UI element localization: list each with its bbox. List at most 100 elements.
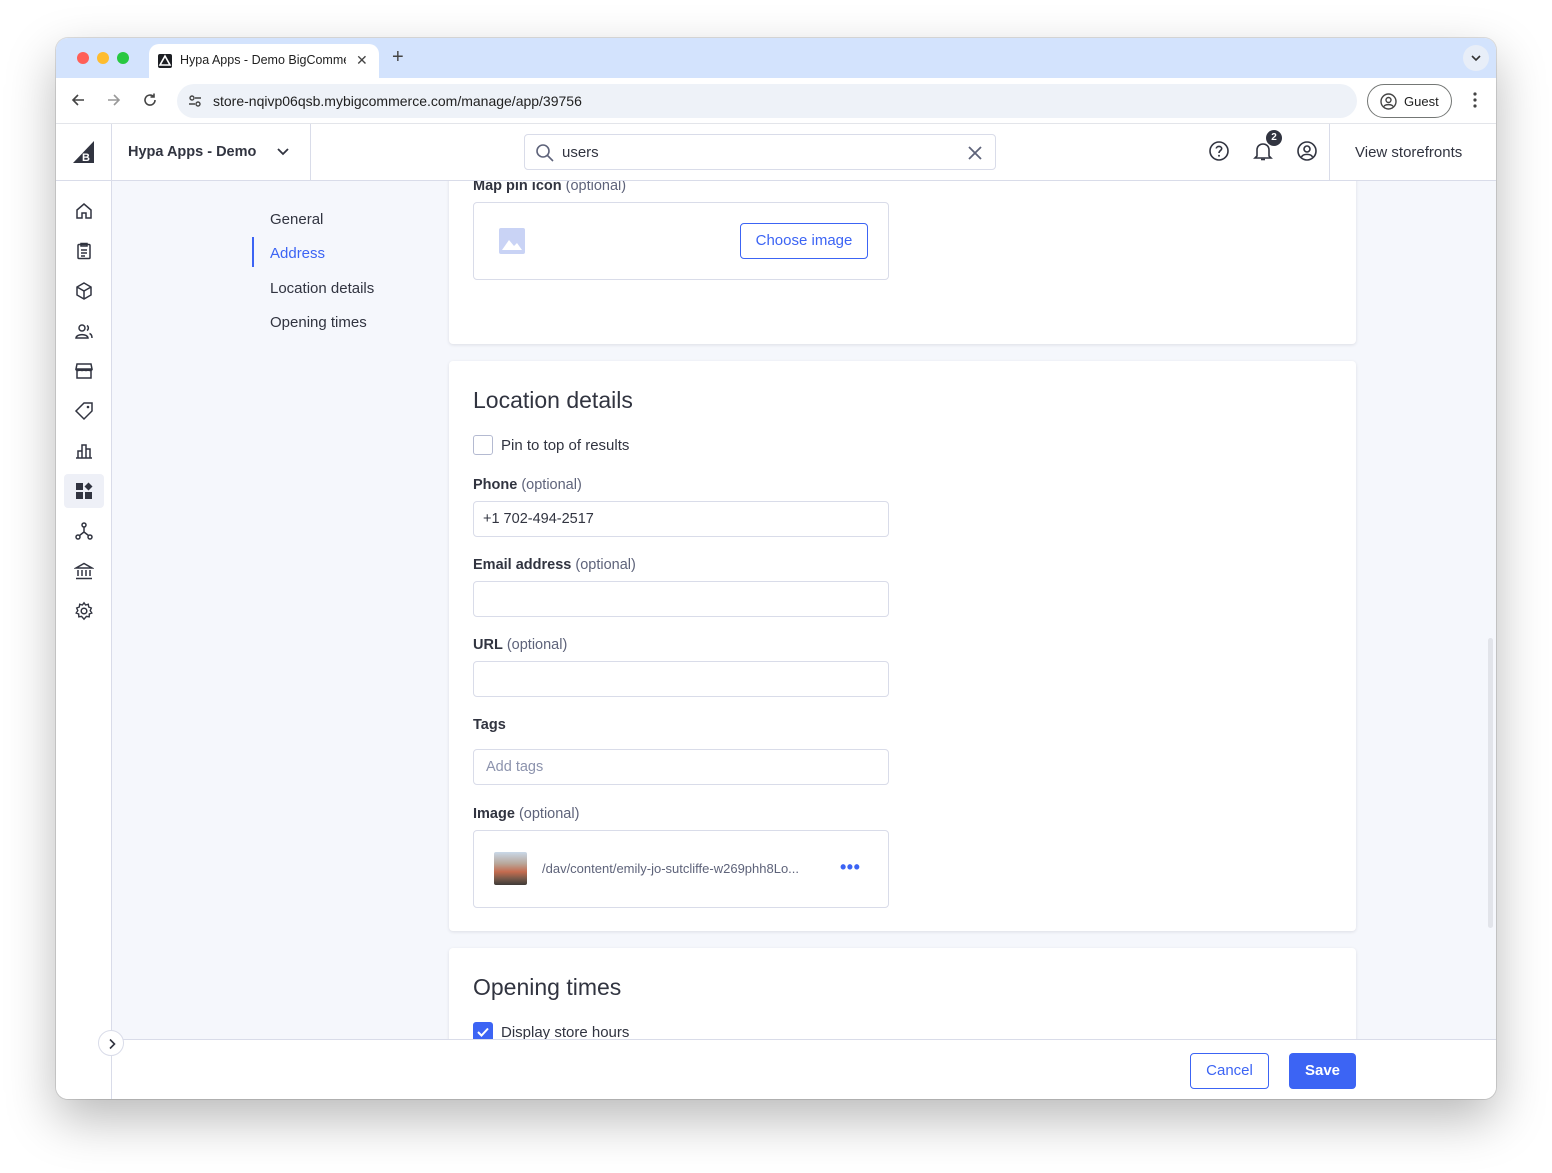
page-scrollbar[interactable] bbox=[1488, 638, 1493, 928]
location-details-title: Location details bbox=[473, 387, 633, 413]
phone-label: Phone (optional) bbox=[473, 477, 582, 493]
browser-toolbar: store-nqivp06qsb.mybigcommerce.com/manag… bbox=[56, 78, 1496, 124]
phone-value: +1 702-494-2517 bbox=[483, 511, 594, 527]
display-store-hours-checkbox[interactable] bbox=[473, 1022, 493, 1039]
choose-image-button[interactable]: Choose image bbox=[740, 223, 868, 259]
marketing-tag-icon bbox=[74, 402, 93, 421]
pin-to-top-label[interactable]: Pin to top of results bbox=[501, 437, 629, 454]
nav-analytics[interactable] bbox=[64, 434, 104, 468]
nav-finance[interactable] bbox=[64, 554, 104, 588]
nav-products[interactable] bbox=[64, 274, 104, 308]
chevron-right-icon bbox=[109, 1038, 116, 1050]
browser-menu-icon[interactable] bbox=[1467, 91, 1483, 109]
help-icon[interactable] bbox=[1208, 140, 1230, 162]
main-nav-rail bbox=[56, 181, 112, 1099]
bigcommerce-logo-icon: B bbox=[73, 141, 94, 164]
phone-field[interactable]: +1 702-494-2517 bbox=[473, 501, 889, 537]
url-field[interactable] bbox=[473, 661, 889, 697]
nav-storefront[interactable] bbox=[64, 354, 104, 388]
image-path: /dav/content/emily-jo-sutcliffe-w269phh8… bbox=[542, 861, 800, 876]
section-nav-opening-times[interactable]: Opening times bbox=[270, 314, 367, 331]
tab-search-button[interactable] bbox=[1463, 45, 1489, 71]
nav-customers[interactable] bbox=[64, 314, 104, 348]
image-label: Image (optional) bbox=[473, 806, 580, 822]
email-field[interactable] bbox=[473, 581, 889, 617]
channels-network-icon bbox=[75, 522, 93, 540]
window-close-button[interactable] bbox=[77, 52, 89, 64]
browser-tab[interactable]: Hypa Apps - Demo BigCommerce ✕ bbox=[149, 44, 379, 78]
image-placeholder-icon bbox=[499, 228, 525, 254]
products-box-icon bbox=[76, 282, 92, 300]
nav-orders[interactable] bbox=[64, 234, 104, 268]
new-tab-button[interactable]: + bbox=[392, 46, 404, 68]
profile-button[interactable]: Guest bbox=[1367, 84, 1452, 118]
location-image-picker: /dav/content/emily-jo-sutcliffe-w269phh8… bbox=[473, 830, 889, 908]
clear-search-icon[interactable] bbox=[966, 144, 984, 162]
url-label: URL (optional) bbox=[473, 637, 568, 653]
apps-icon bbox=[76, 482, 93, 499]
reload-icon[interactable] bbox=[142, 92, 158, 108]
section-nav-location-details[interactable]: Location details bbox=[270, 280, 374, 297]
tags-label: Tags bbox=[473, 717, 506, 733]
form-footer: Cancel Save bbox=[112, 1039, 1496, 1099]
settings-gear-icon bbox=[75, 601, 93, 621]
customers-icon bbox=[75, 324, 93, 339]
back-arrow-icon[interactable] bbox=[70, 92, 86, 108]
tags-placeholder: Add tags bbox=[486, 759, 544, 775]
window-minimize-button[interactable] bbox=[97, 52, 109, 64]
address-bar[interactable]: store-nqivp06qsb.mybigcommerce.com/manag… bbox=[177, 84, 1357, 118]
save-button[interactable]: Save bbox=[1289, 1053, 1356, 1089]
map-pin-icon-label: Map pin icon (optional) bbox=[473, 181, 627, 194]
location-details-card: Location details Pin to top of results P… bbox=[449, 361, 1356, 931]
site-settings-icon[interactable] bbox=[187, 93, 203, 109]
tab-title: Hypa Apps - Demo BigCommerce bbox=[180, 53, 346, 67]
view-storefronts-button[interactable]: View storefronts bbox=[1329, 124, 1496, 180]
search-box[interactable]: users bbox=[524, 134, 996, 170]
checkmark-icon bbox=[477, 1027, 489, 1037]
expand-nav-button[interactable] bbox=[98, 1030, 124, 1056]
tags-input[interactable]: Add tags bbox=[473, 749, 889, 785]
browser-window: Hypa Apps - Demo BigCommerce ✕ + store-n… bbox=[56, 38, 1496, 1099]
opening-times-title: Opening times bbox=[473, 974, 622, 1000]
nav-apps[interactable] bbox=[64, 474, 104, 508]
search-icon bbox=[536, 144, 554, 162]
account-icon[interactable] bbox=[1296, 140, 1318, 162]
orders-clipboard-icon bbox=[77, 242, 91, 260]
more-options-icon[interactable]: ••• bbox=[840, 857, 860, 878]
address-card: Map pin icon (optional) Choose image bbox=[449, 181, 1356, 344]
section-nav-address[interactable]: Address bbox=[270, 245, 325, 262]
main-content: General Address Location details Opening… bbox=[112, 181, 1496, 1039]
bigcommerce-favicon-icon bbox=[158, 54, 172, 68]
nav-channels[interactable] bbox=[64, 514, 104, 548]
window-maximize-button[interactable] bbox=[117, 52, 129, 64]
browser-tab-strip: Hypa Apps - Demo BigCommerce ✕ + bbox=[56, 38, 1496, 78]
nav-marketing[interactable] bbox=[64, 394, 104, 428]
store-name: Hypa Apps - Demo bbox=[128, 144, 257, 160]
nav-home[interactable] bbox=[64, 194, 104, 228]
tab-close-icon[interactable]: ✕ bbox=[356, 52, 368, 68]
search-input[interactable]: users bbox=[562, 144, 599, 161]
home-icon bbox=[76, 203, 92, 219]
image-thumbnail bbox=[494, 852, 527, 885]
profile-label: Guest bbox=[1404, 94, 1439, 109]
email-label: Email address (optional) bbox=[473, 557, 636, 573]
pin-to-top-checkbox[interactable] bbox=[473, 435, 493, 455]
analytics-icon bbox=[76, 444, 92, 459]
finance-bank-icon bbox=[74, 562, 94, 580]
bigcommerce-logo[interactable]: B bbox=[56, 124, 112, 180]
store-switcher[interactable]: Hypa Apps - Demo bbox=[112, 124, 311, 180]
cancel-button[interactable]: Cancel bbox=[1190, 1053, 1269, 1089]
opening-times-card: Opening times Display store hours bbox=[449, 948, 1356, 1039]
display-store-hours-label[interactable]: Display store hours bbox=[501, 1024, 629, 1039]
view-storefronts-label: View storefronts bbox=[1355, 144, 1463, 161]
notification-badge: 2 bbox=[1266, 130, 1282, 146]
url-text: store-nqivp06qsb.mybigcommerce.com/manag… bbox=[213, 93, 582, 109]
nav-settings[interactable] bbox=[64, 594, 104, 628]
section-nav-active-indicator bbox=[252, 237, 254, 267]
app-header: B Hypa Apps - Demo users 2 View storefro… bbox=[56, 124, 1496, 181]
section-nav-general[interactable]: General bbox=[270, 211, 323, 228]
profile-icon bbox=[1380, 93, 1397, 110]
chevron-down-icon bbox=[277, 148, 289, 156]
storefront-icon bbox=[75, 363, 93, 379]
forward-arrow-icon[interactable] bbox=[106, 92, 122, 108]
